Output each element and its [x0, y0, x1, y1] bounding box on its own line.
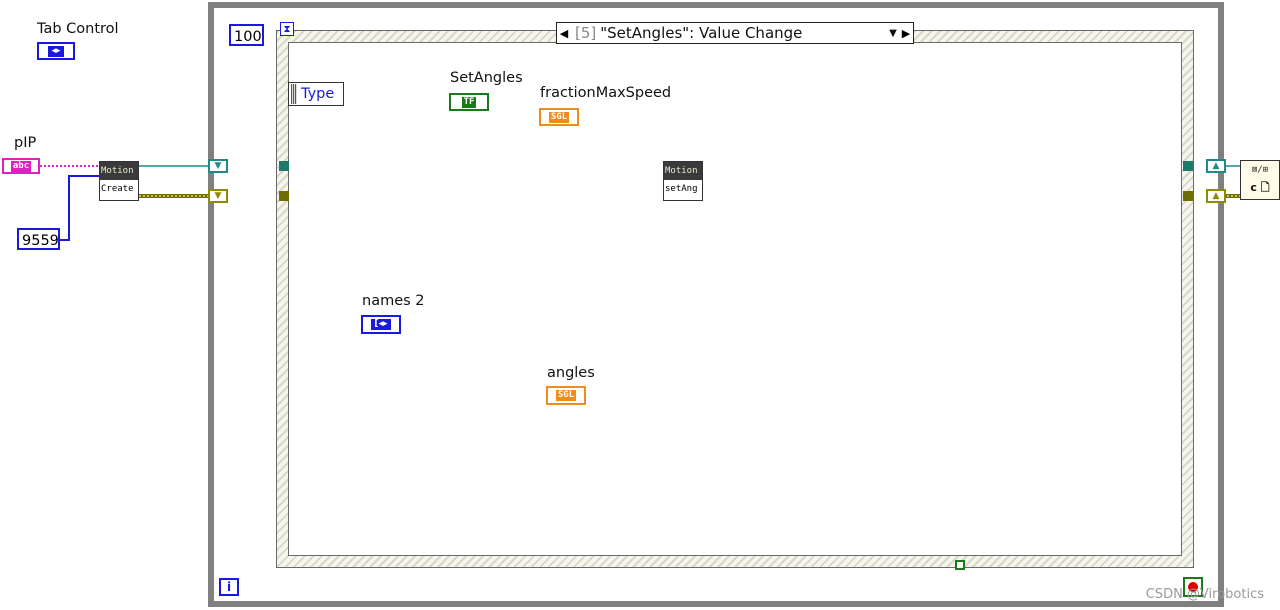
chevron-down-icon[interactable]: ▼ — [887, 28, 899, 39]
prev-case-icon[interactable]: ◀ — [557, 27, 571, 40]
sgl-type-glyph: SGL — [548, 111, 570, 123]
shift-register-left-error[interactable]: ▼ — [208, 189, 228, 203]
shift-register-left-ref[interactable]: ▼ — [208, 159, 228, 173]
port-constant[interactable]: 9559 — [17, 228, 60, 250]
event-tunnel-ref-right — [1183, 161, 1193, 171]
motion-setang-sub: setAng — [665, 184, 698, 194]
close-node-icon: ⊠/⊞ — [1251, 165, 1269, 175]
pip-control[interactable]: abc — [2, 158, 40, 174]
set-angles-label: SetAngles — [450, 70, 523, 86]
close-reference-node[interactable]: ⊠/⊞ c 🗋 — [1240, 160, 1280, 200]
bool-type-glyph: TF — [461, 96, 477, 108]
watermark: CSDN @Virobotics — [1145, 587, 1264, 602]
pip-label: pIP — [14, 135, 37, 151]
motion-setang-header: Motion — [664, 162, 702, 180]
document-icon: c 🗋 — [1250, 181, 1270, 194]
names2-control[interactable]: [◂▸ — [361, 315, 401, 334]
shift-register-right-error[interactable]: ▲ — [1206, 189, 1226, 203]
string-type-glyph: abc — [10, 160, 32, 172]
event-case-selector[interactable]: ◀ [5] "SetAngles": Value Change ▼ ▶ — [556, 22, 914, 44]
event-data-bar — [291, 84, 297, 104]
set-angles-control[interactable]: TF — [449, 93, 489, 111]
timeout-constant[interactable]: 100 — [229, 24, 264, 46]
motion-create-node[interactable]: Motion Create — [99, 161, 139, 201]
event-tunnel-error-left — [279, 191, 289, 201]
event-tunnel-error-right — [1183, 191, 1193, 201]
event-tunnel-ref-left — [279, 161, 289, 171]
sgl-type-glyph-angles: SGL — [555, 390, 577, 401]
event-case-label: [5] "SetAngles": Value Change — [571, 24, 887, 42]
motion-create-sub: Create — [101, 184, 134, 194]
array-glyph: [◂▸ — [370, 318, 392, 331]
fraction-max-speed-control[interactable]: SGL — [539, 108, 579, 126]
tab-control-label: Tab Control — [37, 21, 119, 37]
names2-label: names 2 — [362, 293, 425, 309]
next-case-icon[interactable]: ▶ — [899, 27, 913, 40]
iteration-terminal[interactable]: i — [219, 578, 239, 596]
shift-register-right-ref[interactable]: ▲ — [1206, 159, 1226, 173]
motion-create-header: Motion — [100, 162, 138, 180]
angles-label: angles — [547, 365, 595, 381]
fraction-max-speed-label: fractionMaxSpeed — [540, 85, 672, 101]
motion-setangles-node[interactable]: Motion setAng — [663, 161, 703, 201]
event-data-node[interactable]: Type — [288, 82, 344, 106]
enum-glyph: ◂▸ — [47, 44, 65, 58]
hourglass-icon: ⧗ — [280, 22, 294, 36]
event-case-index: [5] — [575, 24, 597, 42]
event-data-type: Type — [301, 86, 335, 102]
angles-control[interactable]: SGL — [546, 386, 586, 405]
tab-control-terminal[interactable]: ◂▸ — [37, 42, 75, 60]
event-case-name: "SetAngles": Value Change — [600, 24, 803, 42]
event-tunnel-stop — [955, 560, 965, 570]
